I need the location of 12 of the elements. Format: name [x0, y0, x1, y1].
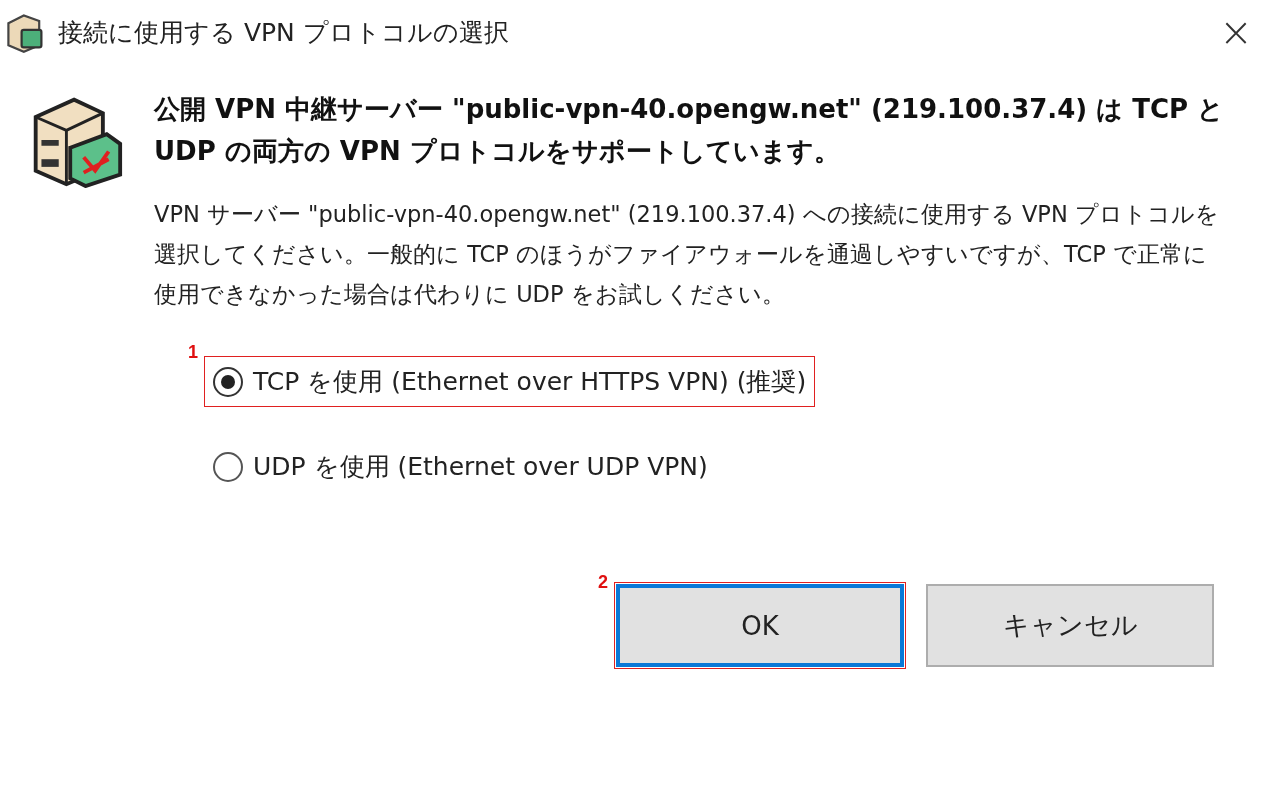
annotation-number: 1 — [188, 342, 198, 363]
close-button[interactable]: × — [1200, 2, 1272, 62]
window-title: 接続に使用する VPN プロトコルの選択 — [58, 16, 510, 49]
description-text: VPN サーバー "public-vpn-40.opengw.net" (219.100.37.4) への接続に使用する VPN プロトコルを選択してください。一般的に TCP のほうがファイアウォールを通過しやすいですが、TCP で正常に使用できなかった場合は代わりに UDP をお試しください。 — [154, 200, 1220, 309]
heading-text: 公開 VPN 中継サーバー "public-vpn-40.opengw.net" (219.100.37.4) は TCP と UDP の両方の VPN プロトコルをサポートしています。 — [154, 93, 1226, 168]
cancel-button[interactable]: キャンセル — [926, 584, 1214, 667]
option-label[interactable]: UDP を使用 (Ethernet over UDP VPN) — [253, 450, 708, 483]
annotation-number: 2 — [598, 572, 608, 593]
option-label[interactable]: TCP を使用 (Ethernet over HTTPS VPN) (推奨) — [253, 365, 807, 398]
radio-button[interactable] — [213, 366, 243, 397]
ok-button[interactable]: OK — [616, 584, 904, 667]
radio-button[interactable] — [213, 451, 243, 482]
